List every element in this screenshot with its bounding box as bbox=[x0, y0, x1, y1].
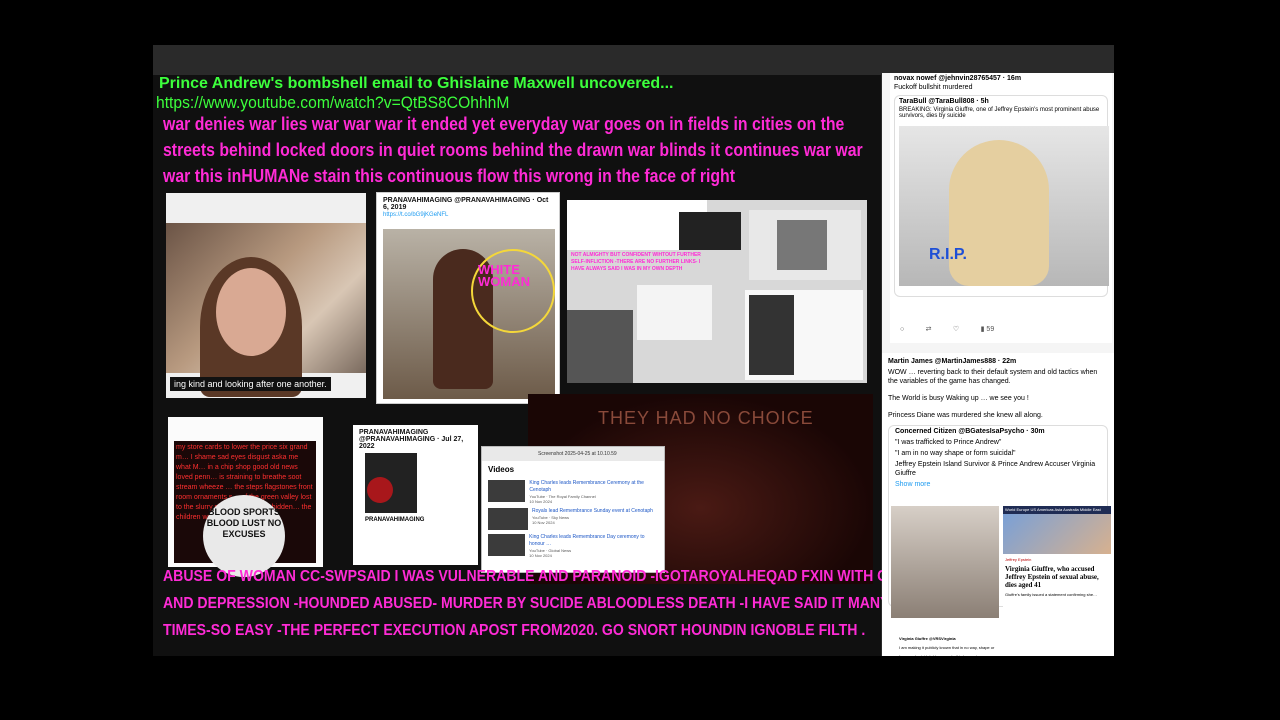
red-cross-badge bbox=[367, 477, 393, 503]
bottom-text: ABUSE OF WOMAN CC-SWPSAID I WAS VULNERAB… bbox=[163, 568, 896, 639]
collage-tile bbox=[567, 310, 633, 383]
news-article-image: World Europe US Americas Asia Australia … bbox=[1003, 506, 1111, 618]
video-title: King Charles leads Remembrance Day cerem… bbox=[529, 534, 645, 547]
video-date: 10 Nov 2024 bbox=[529, 499, 553, 504]
tweet-pranavah-2019: PRANAVAHIMAGING @PRANAVAHIMAGING · Oct 6… bbox=[376, 192, 560, 404]
embedded-tweet-text: I am making it publicly known that in no… bbox=[899, 645, 995, 656]
retweet-icon[interactable]: ⇄ bbox=[926, 326, 932, 333]
embedded-tweet-name: Virginia Giuffre @VRSVirginia bbox=[899, 636, 956, 641]
video-result[interactable]: King Charles leads Remembrance Ceremony … bbox=[482, 478, 664, 506]
tweet-paragraph: WOW … reverting back to their default sy… bbox=[888, 369, 1098, 385]
portrait-face bbox=[216, 268, 286, 356]
collage-tile bbox=[777, 220, 827, 270]
quote-line: "I am in no way shape or form suicidal" bbox=[895, 450, 1016, 457]
video-date: 10 Nov 2024 bbox=[532, 520, 555, 525]
window-titlebar: Screenshot 2025-04-25 at 10.10.59 bbox=[482, 447, 664, 461]
profile-name: PRANAVAHIMAGING bbox=[365, 517, 425, 523]
video-title: King Charles leads Remembrance Ceremony … bbox=[529, 480, 644, 493]
like-icon[interactable]: ♡ bbox=[953, 326, 959, 333]
dark-image-text: THEY HAD NO CHOICE bbox=[598, 408, 814, 428]
tweet-header: PRANAVAHIMAGING @PRANAVAHIMAGING · Jul 2… bbox=[359, 429, 464, 450]
tweet-paragraph: The World is busy Waking up … we see you… bbox=[888, 395, 1029, 402]
tweet-pranavah-2022: PRANAVAHIMAGING @PRANAVAHIMAGING · Jul 2… bbox=[353, 425, 478, 565]
photo-overlay-text: WHITE WOMAN bbox=[478, 262, 530, 289]
video-result[interactable]: Royals lead Remembrance Sunday event at … bbox=[482, 506, 664, 532]
video-result[interactable]: King Charles leads Remembrance Day cerem… bbox=[482, 532, 664, 560]
news-subtext: Giuffre's family issued a statement conf… bbox=[1005, 592, 1098, 597]
tweet-header: Martin James @MartinJames888 · 22m bbox=[888, 358, 1017, 365]
news-label: Jeffrey Epstein bbox=[1005, 557, 1032, 562]
news-headline: Virginia Giuffre, who accused Jeffrey Ep… bbox=[1005, 565, 1099, 589]
child-photo: WHITE WOMAN bbox=[383, 229, 555, 399]
embedded-tweet-card: Virginia Giuffre @VRSVirginia I am makin… bbox=[897, 632, 997, 656]
video-thumbnail bbox=[488, 508, 528, 530]
tweet-paragraph: Princess Diane was murdered she knew all… bbox=[888, 412, 1043, 419]
quote-header: TaraBull @TaraBull808 · 5h bbox=[899, 98, 989, 105]
quote-body: BREAKING: Virginia Giuffre, one of Jeffr… bbox=[899, 107, 1100, 119]
collage-tile bbox=[637, 285, 712, 340]
video-thumbnail bbox=[488, 534, 526, 556]
videos-heading: Videos bbox=[488, 465, 515, 474]
headline: Prince Andrew's bombshell email to Ghisl… bbox=[159, 75, 674, 92]
collage-tile bbox=[749, 295, 794, 375]
reply-icon[interactable]: ○ bbox=[900, 326, 904, 333]
collage-stage: Prince Andrew's bombshell email to Ghisl… bbox=[153, 45, 1114, 656]
news-nav: World Europe US Americas Asia Australia … bbox=[1003, 506, 1111, 514]
tweet-novax: novax nowef @jehnvin28765457 · 16m Fucko… bbox=[890, 73, 1112, 343]
quote-photo-left: Virginia Giuffre @VRSVirginia I am makin… bbox=[891, 506, 999, 656]
collage-caption: NOT ALMIGHTY BUT CONFIDENT WIHTOUT FURTH… bbox=[571, 252, 701, 272]
tweet-body: Fuckoff bullshit murdered bbox=[894, 84, 973, 91]
tweet-actions[interactable]: ○ ⇄ ♡ ▮ 59 bbox=[900, 325, 994, 333]
quote-header: Concerned Citizen @BGatesIsaPsycho · 30m bbox=[895, 428, 1045, 435]
portrait-figure bbox=[949, 140, 1049, 286]
collage-tile bbox=[679, 212, 741, 250]
video-thumbnail bbox=[488, 480, 526, 502]
news-photo bbox=[1003, 514, 1111, 554]
rip-text: R.I.P. bbox=[929, 246, 967, 263]
quoted-tweet[interactable]: TaraBull @TaraBull808 · 5h BREAKING: Vir… bbox=[894, 95, 1109, 297]
tweet-header: PRANAVAHIMAGING @PRANAVAHIMAGING · Oct 6… bbox=[383, 197, 549, 211]
views-icon: ▮ bbox=[980, 326, 985, 333]
video-caption: ing kind and looking after one another. bbox=[170, 377, 331, 391]
tweet-martin-james: Martin James @MartinJames888 · 22m WOW …… bbox=[882, 353, 1114, 656]
poem-text: war denies war lies war war war it ended… bbox=[163, 114, 863, 186]
tweet-header: novax nowef @jehnvin28765457 · 16m bbox=[894, 75, 1022, 82]
youtube-url[interactable]: https://www.youtube.com/watch?v=QtBS8COh… bbox=[156, 93, 509, 113]
video-date: 10 Nov 2024 bbox=[529, 553, 552, 558]
screenshot-collage: NOT ALMIGHTY BUT CONFIDENT WIHTOUT FURTH… bbox=[567, 200, 867, 383]
tweet-link[interactable]: https://t.co/bG9jKGeNFL bbox=[377, 211, 559, 219]
quote-line: Jeffrey Epstein Island Survivor & Prince… bbox=[895, 461, 1096, 477]
video-title: Royals lead Remembrance Sunday event at … bbox=[532, 508, 653, 514]
quoted-tweet[interactable]: Concerned Citizen @BGatesIsaPsycho · 30m… bbox=[888, 425, 1111, 656]
video-still: ing kind and looking after one another. bbox=[166, 193, 366, 398]
quote-line: "I was trafficked to Prince Andrew" bbox=[895, 439, 1002, 446]
views-count: 59 bbox=[986, 326, 995, 333]
show-more-link[interactable]: Show more bbox=[889, 479, 1107, 490]
screenshot-window: Screenshot 2025-04-25 at 10.10.59 Videos… bbox=[481, 446, 665, 573]
right-tweet-panel: novax nowef @jehnvin28765457 · 16m Fucko… bbox=[882, 73, 1114, 656]
video-scene bbox=[166, 223, 366, 397]
quote-photo: R.I.P. bbox=[899, 126, 1109, 286]
